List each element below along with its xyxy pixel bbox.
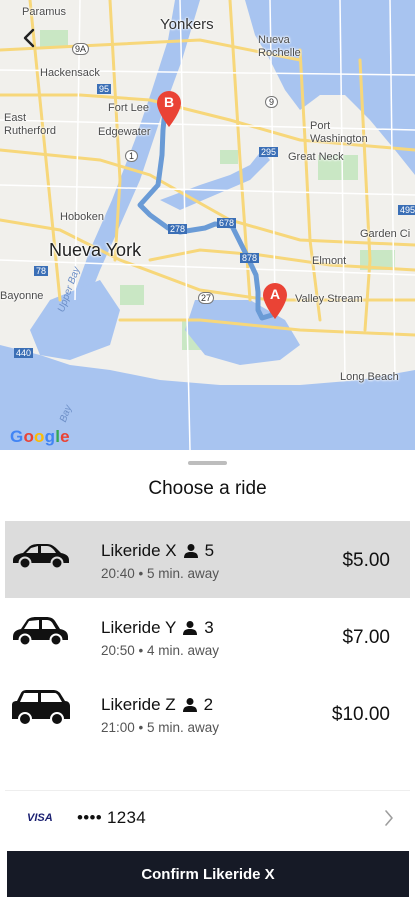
marker-b-label: B <box>163 94 175 110</box>
highway-440-shield: 440 <box>14 348 34 358</box>
back-button[interactable] <box>22 28 46 52</box>
google-logo-letter: o <box>34 427 45 446</box>
map-label-nueva-rochelle: Nueva Rochelle <box>258 34 301 59</box>
chevron-left-icon <box>23 28 35 48</box>
person-icon <box>183 544 198 558</box>
highway-27-shield: 27 <box>198 292 215 304</box>
map-label-fort-lee: Fort Lee <box>108 102 149 114</box>
payment-method-row[interactable]: VISA •••• 1234 <box>5 790 410 847</box>
ride-option-likeride-x[interactable]: Likeride X 5 20:40 • 5 min. away $5.00 <box>5 521 410 598</box>
ride-price: $5.00 <box>342 550 390 571</box>
ride-name-label: Likeride X <box>101 541 177 560</box>
sedan-car-icon <box>13 544 69 570</box>
ride-seats: 3 <box>204 618 214 637</box>
destination-marker-b[interactable]: B <box>156 90 182 128</box>
highway-678-shield: 678 <box>217 218 237 228</box>
highway-78-shield: 78 <box>34 266 49 276</box>
ride-seats: 5 <box>204 541 215 560</box>
ride-eta: 21:00 • 5 min. away <box>101 720 220 735</box>
ride-name: Likeride Z 2 <box>101 695 213 715</box>
highway-278-shield: 278 <box>168 224 188 234</box>
map-label-hoboken: Hoboken <box>60 211 105 223</box>
confirm-ride-button[interactable]: Confirm Likeride X <box>7 851 409 897</box>
map-label-east-rutherford: East Rutherford <box>4 112 56 137</box>
sheet-title: Choose a ride <box>148 478 267 499</box>
map-label-yonkers: Yonkers <box>160 16 214 33</box>
highway-1-shield: 1 <box>125 150 139 162</box>
highway-9-shield: 9 <box>265 96 279 108</box>
highway-95-shield: 95 <box>97 84 112 94</box>
google-logo: Google <box>10 427 70 447</box>
map-label-edgewater: Edgewater <box>98 126 151 138</box>
compact-car-icon <box>13 617 68 647</box>
ride-price: $10.00 <box>331 704 390 725</box>
ride-seats: 2 <box>203 695 214 714</box>
ride-name-label: Likeride Y <box>101 618 177 637</box>
map-label-port-washington: Port Washington <box>310 120 368 145</box>
highway-495-shield: 495 <box>398 205 415 215</box>
map-label-hackensack: Hackensack <box>40 67 100 79</box>
map-label-valley-stream: Valley Stream <box>295 293 363 305</box>
ride-eta: 20:50 • 4 min. away <box>101 643 220 658</box>
map-label-bayonne: Bayonne <box>0 290 44 302</box>
map-label-elmont: Elmont <box>312 255 347 267</box>
map-label-long-beach: Long Beach <box>340 371 399 383</box>
route-map[interactable]: Paramus Yonkers Nueva Rochelle Hackensac… <box>0 0 415 455</box>
map-label-garden-city: Garden Ci <box>360 228 411 240</box>
ride-name: Likeride X 5 <box>101 541 214 561</box>
marker-a-label: A <box>269 286 281 302</box>
ride-name-label: Likeride Z <box>101 695 176 714</box>
highway-295-shield: 295 <box>259 147 279 157</box>
highway-878-shield: 878 <box>240 253 260 263</box>
chevron-right-icon <box>385 810 393 826</box>
map-label-great-neck: Great Neck <box>288 151 344 163</box>
ride-chooser-sheet: Choose a ride Likeride X 5 20:40 • 5 min… <box>0 450 415 900</box>
ride-eta: 20:40 • 5 min. away <box>101 566 220 581</box>
google-logo-letter: g <box>44 427 56 446</box>
visa-logo: VISA <box>27 812 53 824</box>
card-number: •••• 1234 <box>77 808 147 827</box>
highway-9a-shield: 9A <box>72 43 90 55</box>
drag-handle[interactable] <box>188 461 227 465</box>
google-logo-letter: G <box>10 427 24 446</box>
ride-option-likeride-y[interactable]: Likeride Y 3 20:50 • 4 min. away $7.00 <box>5 598 410 675</box>
suv-car-icon <box>12 690 70 726</box>
google-logo-letter: e <box>60 427 70 446</box>
ride-option-likeride-z[interactable]: Likeride Z 2 21:00 • 5 min. away $10.00 <box>5 675 410 752</box>
person-icon <box>183 621 198 635</box>
ride-name: Likeride Y 3 <box>101 618 214 638</box>
origin-marker-a[interactable]: A <box>262 282 288 320</box>
google-logo-letter: o <box>23 427 35 446</box>
ride-price: $7.00 <box>342 627 390 648</box>
person-icon <box>182 698 197 712</box>
map-label-nueva-york: Nueva York <box>49 240 142 260</box>
map-label-paramus: Paramus <box>22 6 67 18</box>
